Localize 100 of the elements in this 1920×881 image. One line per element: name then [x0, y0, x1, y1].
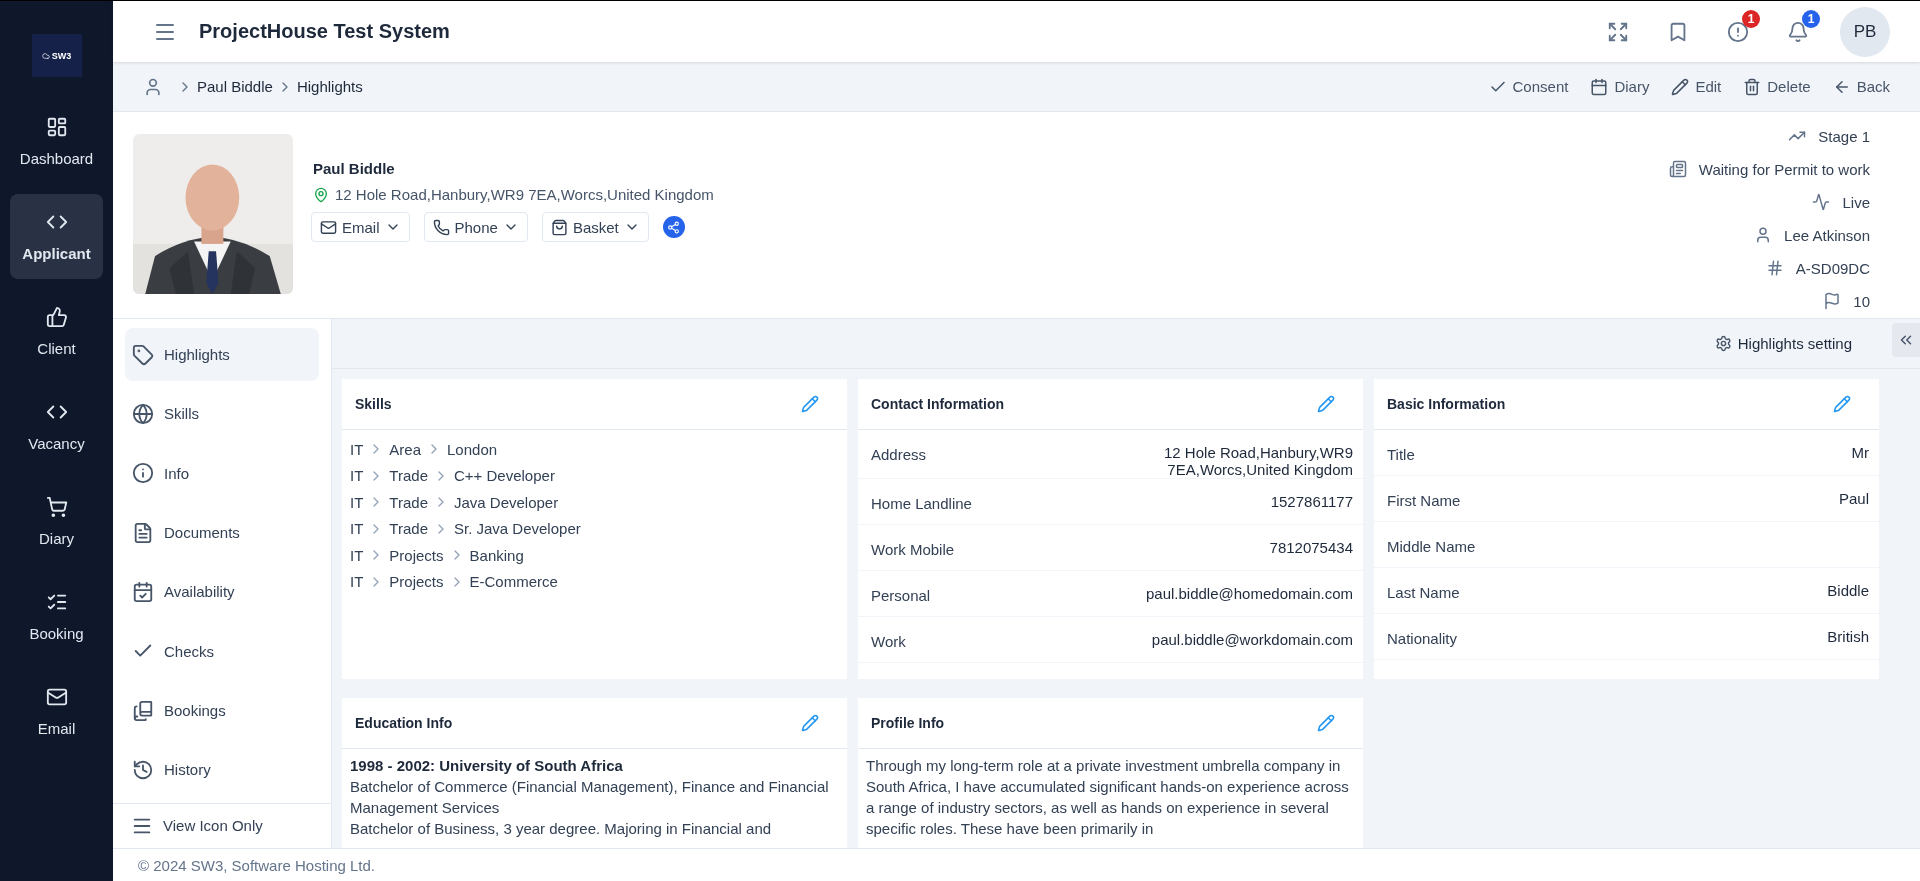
globe-icon — [132, 403, 154, 425]
breadcrumb-item[interactable]: Paul Biddle — [197, 78, 273, 95]
card-title: Skills — [355, 396, 392, 412]
cart-icon — [45, 496, 68, 518]
skill-category: Area — [389, 440, 422, 458]
skill-category: Projects — [389, 546, 444, 564]
diary-button[interactable]: Diary — [1590, 77, 1650, 96]
dashboard-icon — [45, 116, 68, 138]
skill-category: IT — [350, 573, 364, 591]
section-menu-item[interactable]: History — [125, 743, 319, 797]
reference-code: A-SD09DC — [1795, 259, 1870, 277]
field-value: 1527861177 — [1270, 493, 1353, 510]
field-value: 12 Hole Road,Hanbury,WR9 7EA,Worcs,United Kingdom — [1163, 444, 1353, 478]
basket-dropdown[interactable]: Basket — [541, 212, 649, 242]
delete-button[interactable]: Delete — [1743, 77, 1811, 96]
count-badge: 1 — [1802, 9, 1820, 28]
field-label: First Name — [1387, 491, 1461, 509]
field-value: Paul — [1838, 490, 1869, 507]
calendar-icon — [1590, 77, 1609, 96]
section-menu-item[interactable]: Checks — [125, 624, 319, 678]
document-icon — [132, 521, 154, 544]
nav-item[interactable]: Diary — [10, 479, 103, 564]
applicant-address: 12 Hole Road,Hanbury,WR9 7EA,Worcs,United Kingdom — [335, 186, 714, 203]
section-menu-item[interactable]: Highlights — [125, 328, 319, 382]
nav-item[interactable]: Client — [10, 289, 103, 374]
state-text: Live — [1842, 193, 1870, 211]
phone-icon — [432, 218, 450, 236]
field-value: Biddle — [1827, 582, 1869, 599]
skill-category: Banking — [469, 546, 524, 564]
edit-button[interactable]: Edit — [1671, 77, 1722, 96]
consent-button[interactable]: Consent — [1488, 77, 1569, 96]
info-icon — [132, 462, 154, 485]
section-menu-item[interactable]: Info — [125, 446, 319, 500]
section-menu-item[interactable]: Documents — [125, 506, 319, 560]
section-menu-item[interactable]: Bookings — [125, 683, 319, 738]
field-label: Address — [871, 445, 927, 463]
skill-category: Trade — [389, 493, 428, 511]
hash-icon — [1765, 259, 1784, 277]
app-title: ProjectHouse Test System — [199, 20, 451, 43]
skill-category: Trade — [389, 520, 428, 538]
footer-text: © 2024 SW3, Software Hosting Ltd. — [113, 848, 1920, 881]
logo: SW3 — [31, 34, 82, 77]
breadcrumb-item: Highlights — [296, 78, 363, 95]
person-icon[interactable] — [143, 76, 163, 97]
skill-category: IT — [350, 467, 364, 485]
skill-category: Sr. Java Developer — [454, 520, 581, 538]
section-menu-item[interactable]: Availability — [125, 565, 319, 619]
nav-item[interactable]: Email — [10, 669, 103, 754]
card-title: Education Info — [355, 715, 453, 731]
section-menu-item[interactable]: Skills — [125, 387, 319, 441]
skill-category: IT — [350, 520, 364, 538]
field-value: paul.biddle@workdomain.com — [1151, 631, 1353, 648]
user-avatar[interactable]: PB — [1840, 6, 1890, 57]
highlights-setting-button[interactable]: Highlights setting — [1708, 334, 1858, 353]
settings-icon — [1714, 335, 1732, 352]
books-icon — [132, 699, 154, 722]
edit-button[interactable] — [1317, 395, 1335, 413]
back-button[interactable]: Back — [1832, 77, 1890, 96]
flag-count: 10 — [1853, 292, 1870, 310]
edit-button[interactable] — [1833, 395, 1851, 413]
flag-icon — [1823, 292, 1842, 310]
paragraph: Batchelor of Business, 3 year degree. Majoring in Financial and — [350, 819, 773, 839]
field-label: Work — [871, 632, 906, 650]
education-heading: 1998 - 2002: University of South Africa — [350, 756, 624, 776]
bag-icon — [550, 218, 568, 236]
share-button[interactable] — [662, 216, 685, 238]
field-label: Home Landline — [871, 494, 972, 512]
nav-item[interactable]: Vacancy — [10, 384, 103, 469]
phone-dropdown[interactable]: Phone — [423, 212, 528, 242]
stage-text: Stage 1 — [1818, 127, 1870, 145]
skill-category: C++ Developer — [454, 467, 555, 485]
collapse-button[interactable] — [1892, 323, 1920, 357]
field-label: Title — [1387, 445, 1415, 463]
card-title: Contact Information — [871, 396, 1004, 412]
mail-icon — [320, 218, 337, 236]
edit-button[interactable] — [801, 395, 819, 413]
thumbs-up-icon — [45, 306, 68, 328]
field-label: Nationality — [1387, 629, 1458, 647]
pencil-icon — [1671, 77, 1690, 96]
skill-category: IT — [350, 493, 364, 511]
share-icon — [667, 220, 681, 234]
nav-item[interactable]: Applicant — [10, 194, 103, 279]
edit-button[interactable] — [1317, 714, 1335, 732]
calendar-check-icon — [132, 580, 154, 603]
skill-category: Projects — [389, 573, 444, 591]
email-dropdown[interactable]: Email — [311, 212, 410, 242]
field-label: Middle Name — [1387, 537, 1476, 555]
field-value: British — [1827, 628, 1869, 645]
paragraph: Through my long-term role at a private investment umbrella company in South Africa, I have accumulated significant hands-on experience across a range of industry sectors, as well as hands on experience in several specific roles. These have been primarily in — [866, 756, 1350, 839]
field-label: Last Name — [1387, 583, 1460, 601]
history-icon — [132, 758, 154, 781]
newspaper-icon — [1668, 160, 1687, 178]
location-pin-icon — [313, 186, 329, 203]
skill-category: Trade — [389, 467, 428, 485]
nav-item[interactable]: Booking — [10, 574, 103, 659]
skill-category: London — [447, 440, 498, 458]
edit-button[interactable] — [801, 714, 819, 732]
nav-item[interactable]: Dashboard — [10, 99, 103, 184]
count-badge: 1 — [1742, 9, 1760, 28]
field-label: Personal — [871, 586, 931, 604]
